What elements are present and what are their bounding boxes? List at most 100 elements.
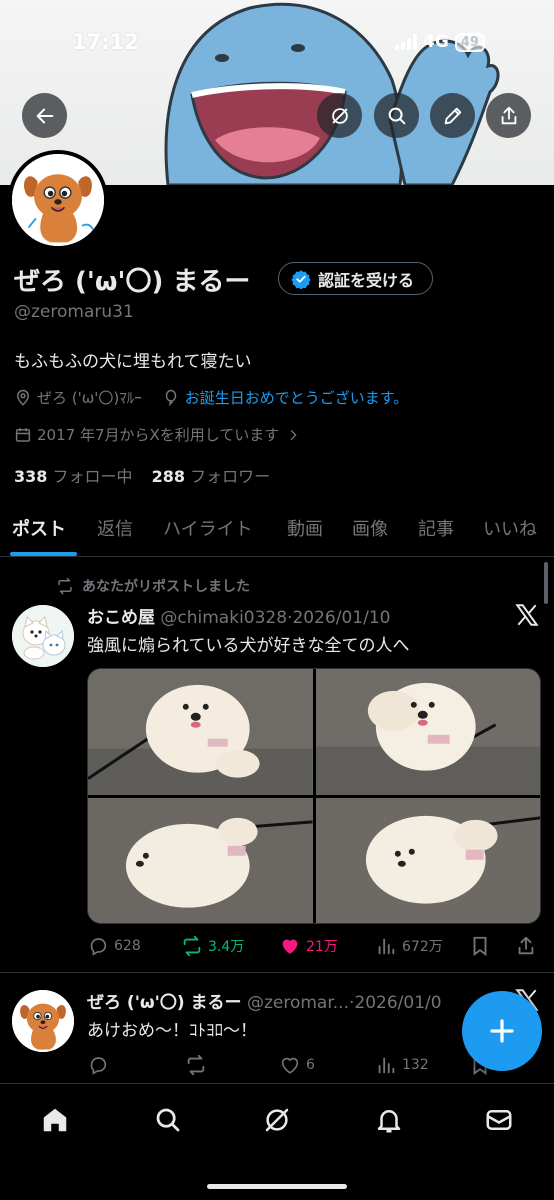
- search-button[interactable]: [374, 93, 419, 138]
- tweet-photo-1[interactable]: [88, 669, 313, 795]
- profile-avatar[interactable]: [8, 150, 108, 250]
- followers-count: 288: [151, 467, 186, 486]
- share-button[interactable]: [486, 93, 531, 138]
- share-icon: [501, 106, 516, 124]
- tweet-author-name[interactable]: おこめ屋: [87, 608, 155, 628]
- tab-articles[interactable]: 記事: [418, 515, 454, 541]
- balloon-icon: [165, 389, 177, 406]
- heart-icon: [281, 1057, 299, 1074]
- like-button[interactable]: 6: [279, 1054, 315, 1076]
- tweet-avatar[interactable]: [12, 990, 74, 1052]
- signal-icon: [395, 34, 417, 50]
- edit-button[interactable]: [430, 93, 475, 138]
- tweet-avatar[interactable]: [12, 605, 74, 667]
- following-label: フォロー中: [52, 467, 133, 486]
- tweet-photo-2[interactable]: [315, 669, 540, 795]
- calendar-icon: [15, 427, 31, 442]
- like-count: 21万: [306, 939, 338, 955]
- profile-meta-row: ぜろ ('ω'〇)ﾏﾙｰ お誕生日おめでとうございます。: [14, 387, 408, 408]
- home-icon: [43, 1108, 67, 1132]
- profile-tabs: ポスト 返信 ハイライト 動画 画像 記事 いいね: [0, 500, 554, 557]
- nav-notifications[interactable]: [371, 1102, 407, 1138]
- dog-avatar-image: [12, 990, 74, 1052]
- birthday-link[interactable]: お誕生日おめでとうございます。: [185, 387, 409, 408]
- tab-videos[interactable]: 動画: [287, 515, 323, 541]
- tab-images[interactable]: 画像: [352, 515, 388, 541]
- reply-button[interactable]: 628: [87, 935, 141, 957]
- dog-photo-image: [88, 797, 313, 923]
- tweet-actions: 628 3.4万 21万 672万: [87, 935, 542, 961]
- tweet-author-handle[interactable]: @zeromar...: [247, 993, 349, 1013]
- nav-home[interactable]: [37, 1102, 73, 1138]
- tweet-author-name[interactable]: ぜろ ('ω'〇) まるー: [87, 993, 242, 1013]
- nav-grok[interactable]: [259, 1102, 295, 1138]
- nav-search[interactable]: [150, 1102, 186, 1138]
- followers-link[interactable]: 288 フォロワー: [152, 467, 271, 486]
- repost-label: あなたがリポストしました: [82, 579, 250, 595]
- search-icon: [388, 107, 405, 124]
- repost-button[interactable]: [185, 1054, 212, 1076]
- tab-highlights[interactable]: ハイライト: [163, 515, 253, 541]
- views-count: 672万: [402, 939, 443, 955]
- home-indicator: [207, 1184, 347, 1189]
- views-icon: [378, 938, 395, 955]
- tweet-header: おこめ屋 @chimaki0328·2026/01/10: [87, 603, 390, 628]
- get-verified-button[interactable]: 認証を受ける: [278, 262, 434, 295]
- followers-label: フォロワー: [190, 467, 271, 486]
- arrow-left-icon: [36, 108, 53, 123]
- messages-icon: [486, 1110, 512, 1130]
- tweet-date[interactable]: 2026/01/10: [292, 608, 390, 628]
- reply-count: 628: [114, 938, 141, 954]
- views-button[interactable]: 672万: [375, 935, 443, 957]
- profile-bio: もふもふの犬に埋もれて寝たい: [14, 352, 252, 372]
- tweet-photo-4[interactable]: [315, 797, 540, 923]
- profile-display-name: ぜろ ('ω'〇) まるー: [14, 267, 251, 297]
- nav-messages[interactable]: [481, 1102, 517, 1138]
- tweet-date[interactable]: 2026/01/0: [354, 993, 441, 1013]
- location-icon: [16, 389, 30, 406]
- share-icon: [518, 936, 534, 955]
- bookmark-button[interactable]: [469, 935, 491, 957]
- verified-badge-icon: [291, 269, 311, 289]
- reply-icon: [90, 938, 107, 956]
- status-time: 17:12: [72, 30, 139, 54]
- repost-icon: [187, 1054, 205, 1076]
- back-button[interactable]: [22, 93, 67, 138]
- dog-photo-image: [315, 797, 540, 923]
- repost-button[interactable]: 3.4万: [181, 935, 244, 957]
- compose-post-button[interactable]: [462, 991, 542, 1071]
- status-indicators: 4G 49: [395, 32, 485, 52]
- notifications-icon: [377, 1110, 401, 1133]
- grok-button[interactable]: [317, 93, 362, 138]
- bottom-navigation: [0, 1083, 554, 1200]
- joined-row[interactable]: 2017 年7月からXを利用しています: [14, 424, 306, 445]
- dog-photo-image: [315, 669, 540, 795]
- views-icon: [378, 1057, 395, 1074]
- tweet-author-handle[interactable]: @chimaki0328: [160, 608, 287, 628]
- scrollbar[interactable]: [544, 562, 548, 604]
- pencil-icon: [444, 107, 461, 124]
- repost-indicator: あなたがリポストしました: [56, 576, 250, 596]
- like-button[interactable]: 21万: [279, 935, 338, 957]
- repost-icon: [183, 935, 201, 957]
- grok-icon: [265, 1108, 289, 1132]
- tweet-photo-3[interactable]: [88, 797, 313, 923]
- x-logo-icon: [515, 604, 539, 626]
- reply-button[interactable]: [87, 1054, 114, 1076]
- network-type: 4G: [423, 32, 449, 52]
- share-tweet-button[interactable]: [515, 935, 537, 957]
- repost-count: 3.4万: [208, 939, 245, 955]
- plus-icon: [490, 1019, 514, 1043]
- tab-likes[interactable]: いいね: [483, 515, 537, 541]
- following-link[interactable]: 338 フォロー中: [14, 467, 133, 486]
- views-count: 132: [402, 1057, 429, 1073]
- following-count: 338: [14, 467, 48, 486]
- chevron-right-icon: [290, 429, 297, 440]
- tab-posts[interactable]: ポスト: [12, 515, 66, 541]
- views-button[interactable]: 132: [375, 1054, 429, 1076]
- dog-avatar-image: [12, 154, 104, 246]
- tab-replies[interactable]: 返信: [97, 515, 133, 541]
- profile-handle: @zeromaru31: [14, 302, 134, 322]
- active-tab-indicator: [10, 552, 77, 556]
- follow-stats: 338 フォロー中 288 フォロワー: [14, 463, 270, 487]
